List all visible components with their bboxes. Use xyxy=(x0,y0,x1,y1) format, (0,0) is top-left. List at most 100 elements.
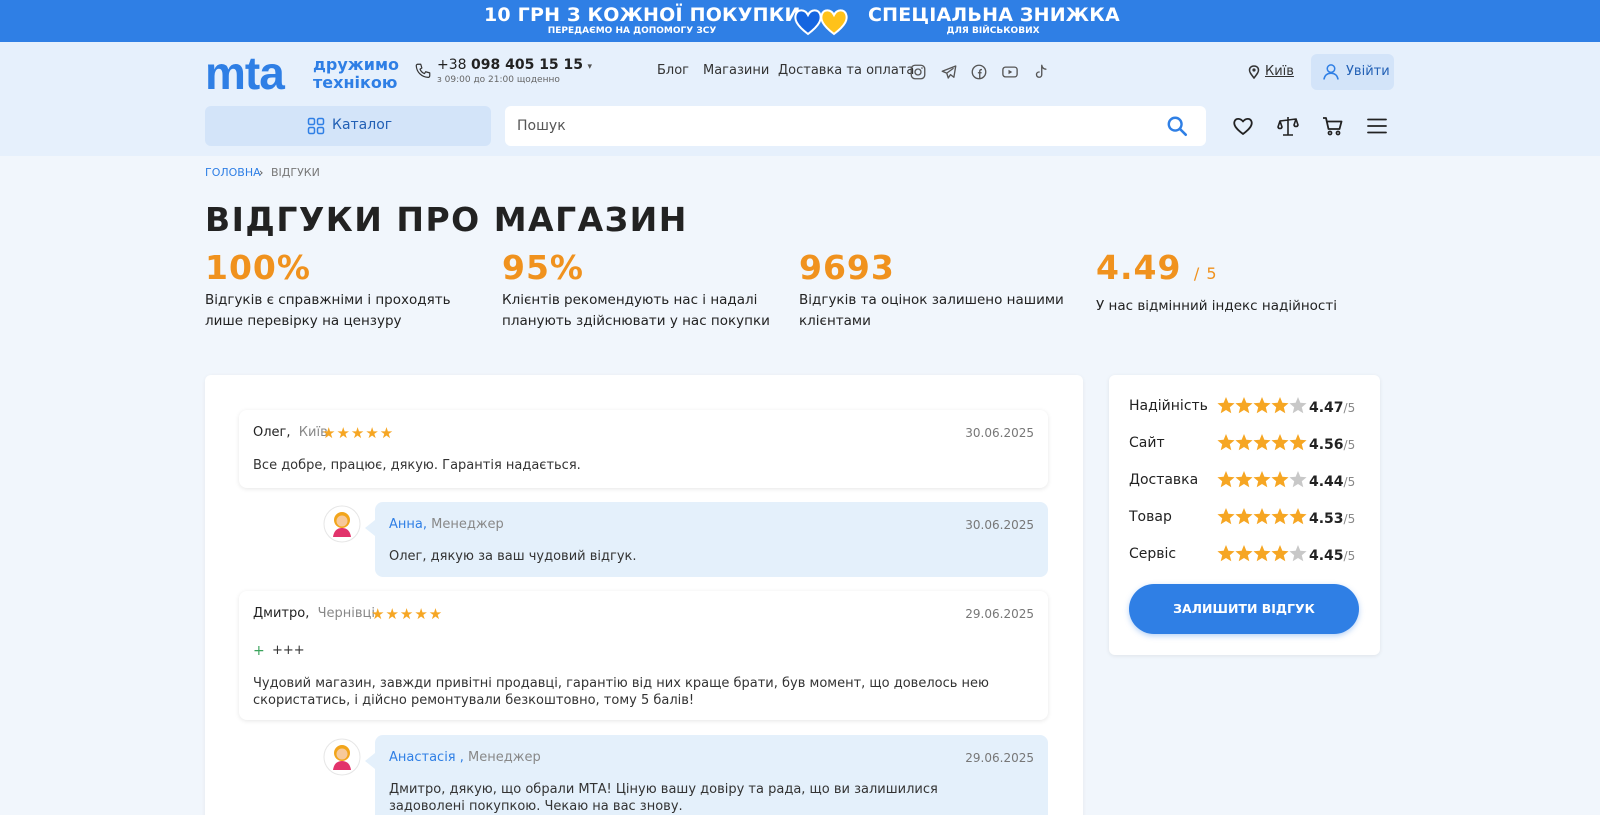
reply-text: Олег, дякую за ваш чудовий відгук. xyxy=(389,549,637,564)
star-filled-icon xyxy=(1271,434,1289,451)
banner-donation[interactable]: 10 ГРН З КОЖНОЇ ПОКУПКИ ПЕРЕДАЄМО НА ДОП… xyxy=(484,4,801,36)
menu-icon[interactable] xyxy=(1365,114,1389,138)
breadcrumb-current: ВІДГУКИ xyxy=(271,166,320,179)
rating-stars xyxy=(1217,545,1307,562)
stat-description: Відгуків є справжніми і проходять лише п… xyxy=(205,292,451,329)
rating-row-site: Сайт 4.56/5 xyxy=(1129,432,1369,456)
star-empty-icon xyxy=(1289,397,1307,414)
rating-max: /5 xyxy=(1343,438,1356,452)
rating-value: 4.44/5 xyxy=(1309,474,1356,490)
phone-number-dropdown[interactable]: +38 098 405 15 15 ▾ xyxy=(437,57,592,73)
rating-max: /5 xyxy=(1343,475,1356,489)
rating-stars xyxy=(1217,471,1307,488)
rating-max: /5 xyxy=(1343,401,1356,415)
banner-military-discount[interactable]: СПЕЦІАЛЬНА ЗНИЖКА ДЛЯ ВІЙСЬКОВИХ xyxy=(868,4,1120,36)
star-filled-icon xyxy=(1217,434,1235,451)
nav-delivery[interactable]: Доставка та оплата xyxy=(778,63,914,78)
phone-icon xyxy=(415,63,431,78)
youtube-icon[interactable] xyxy=(1001,63,1019,81)
star-filled-icon xyxy=(1235,471,1253,488)
slogan-line-1: дружимо xyxy=(313,55,400,74)
star-filled-icon xyxy=(1271,508,1289,525)
search-input[interactable] xyxy=(517,106,1137,146)
search-icon[interactable] xyxy=(1166,115,1188,137)
rating-value: 4.56/5 xyxy=(1309,437,1356,453)
scales-icon[interactable] xyxy=(1276,114,1300,138)
rating-max: /5 xyxy=(1343,549,1356,563)
star-filled-icon xyxy=(1271,545,1289,562)
plus-icon: + xyxy=(253,643,265,659)
stat-recommend: 95% Клієнтів рекомендують нас і надалі п… xyxy=(502,248,782,332)
reply-author-name: Анастасія , xyxy=(389,750,464,765)
reply-author: Анна, Менеджер xyxy=(389,517,504,532)
review-author-name: Дмитро, xyxy=(253,606,310,621)
review-card: Дмитро, Чернівці ★★★★★ 29.06.2025 + +++ … xyxy=(239,591,1048,720)
stat-unit: / 5 xyxy=(1193,264,1218,283)
leave-review-button[interactable]: ЗАЛИШИТИ ВІДГУК xyxy=(1129,584,1359,634)
star-filled-icon xyxy=(1217,508,1235,525)
star-filled-icon xyxy=(1253,508,1271,525)
review-author-city: Чернівці xyxy=(317,606,375,621)
catalog-label: Каталог xyxy=(332,117,393,133)
manager-avatar xyxy=(323,738,361,776)
rating-label: Доставка xyxy=(1129,472,1199,488)
hearts-icon xyxy=(794,9,848,36)
review-date: 29.06.2025 xyxy=(965,607,1034,621)
rating-row-delivery: Доставка 4.44/5 xyxy=(1129,469,1369,493)
user-icon xyxy=(1323,64,1339,80)
city-selector[interactable]: Київ xyxy=(1265,64,1294,79)
chevron-down-icon: ▾ xyxy=(587,62,593,72)
rating-label: Товар xyxy=(1129,509,1172,525)
stat-review-count: 9693 Відгуків та оцінок залишено нашими … xyxy=(799,248,1079,332)
ratings-summary: Надійність 4.47/5 Сайт 4.56/5 Доставка 4… xyxy=(1109,375,1380,655)
star-filled-icon xyxy=(1235,545,1253,562)
rating-value: 4.47/5 xyxy=(1309,400,1356,416)
star-filled-icon xyxy=(1271,397,1289,414)
location-pin-icon xyxy=(1248,65,1260,79)
rating-label: Сайт xyxy=(1129,435,1165,451)
review-author-name: Олег, xyxy=(253,425,291,440)
review-text: Чудовий магазин, завжди привітні продавц… xyxy=(253,676,989,708)
tiktok-icon[interactable] xyxy=(1032,63,1050,81)
telegram-icon[interactable] xyxy=(940,63,958,81)
star-empty-icon xyxy=(1289,545,1307,562)
review-stars: ★★★★★ xyxy=(322,424,395,442)
stat-value: 4.49 / 5 xyxy=(1096,248,1218,287)
catalog-grid-icon xyxy=(307,117,325,135)
promo-banner[interactable]: 10 ГРН З КОЖНОЇ ПОКУПКИ ПЕРЕДАЄМО НА ДОП… xyxy=(0,0,1600,42)
breadcrumb-home[interactable]: ГОЛОВНА xyxy=(205,166,261,179)
phone-number: 098 405 15 15 xyxy=(471,57,584,73)
star-filled-icon xyxy=(1235,397,1253,414)
slogan-line-2: технікою xyxy=(313,73,398,92)
heart-icon[interactable] xyxy=(1231,114,1255,138)
star-filled-icon xyxy=(1217,397,1235,414)
manager-reply: Анна, Менеджер 30.06.2025 Олег, дякую за… xyxy=(365,502,1048,577)
rating-stars xyxy=(1217,434,1307,451)
stat-value: 9693 xyxy=(799,248,895,287)
logo-slogan: дружимо технікою xyxy=(313,56,399,92)
review-date: 30.06.2025 xyxy=(965,426,1034,440)
star-filled-icon xyxy=(1289,434,1307,451)
catalog-button[interactable]: Каталог xyxy=(205,106,491,146)
nav-blog[interactable]: Блог xyxy=(657,63,689,78)
star-filled-icon xyxy=(1253,434,1271,451)
banner-donation-title: 10 ГРН З КОЖНОЇ ПОКУПКИ xyxy=(484,4,801,26)
reply-tail xyxy=(365,753,375,769)
stat-description: У нас відмінний індекс надійності xyxy=(1096,298,1337,314)
instagram-icon[interactable] xyxy=(909,63,927,81)
phone-hours: з 09:00 до 21:00 щоденно xyxy=(437,75,560,85)
cart-icon[interactable] xyxy=(1321,114,1345,138)
logo-text: mta xyxy=(205,47,285,99)
star-filled-icon xyxy=(1253,545,1271,562)
rating-row-reliability: Надійність 4.47/5 xyxy=(1129,395,1369,419)
rating-row-product: Товар 4.53/5 xyxy=(1129,506,1369,530)
star-filled-icon xyxy=(1235,508,1253,525)
stat-value: 100% xyxy=(205,248,311,287)
facebook-icon[interactable] xyxy=(970,63,988,81)
login-button[interactable]: Увійти xyxy=(1311,54,1394,90)
nav-stores[interactable]: Магазини xyxy=(703,63,769,78)
rating-value: 4.45/5 xyxy=(1309,548,1356,564)
page-title: ВІДГУКИ ПРО МАГАЗИН xyxy=(205,200,688,239)
rating-stars xyxy=(1217,397,1307,414)
star-empty-icon xyxy=(1289,471,1307,488)
